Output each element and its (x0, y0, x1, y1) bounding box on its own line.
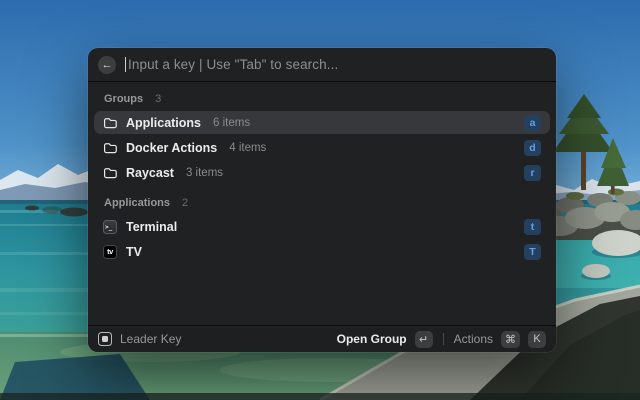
section-count: 2 (182, 197, 188, 209)
text-caret (125, 57, 126, 72)
command-key-icon: ⌘ (501, 331, 520, 348)
key-badge: t (524, 219, 541, 235)
terminal-app-icon: >_ (103, 220, 117, 234)
tv-app-icon: tv (103, 245, 117, 259)
search-input[interactable]: Input a key | Use "Tab" to search... (125, 48, 546, 81)
back-button[interactable]: ← (98, 56, 116, 74)
k-key-icon: K (528, 331, 546, 348)
item-detail: 3 items (186, 167, 223, 179)
list-item-terminal-app[interactable]: >_ Terminal t (94, 215, 550, 238)
actions-button[interactable]: Actions (454, 332, 493, 346)
item-detail: 4 items (229, 142, 266, 154)
list-item-tv-app[interactable]: tv TV T (94, 240, 550, 263)
list-item-raycast-group[interactable]: Raycast 3 items r (94, 161, 550, 184)
key-badge: r (524, 165, 541, 181)
item-label: Raycast (126, 166, 174, 180)
key-badge: a (524, 115, 541, 131)
list-item-applications-group[interactable]: Applications 6 items a (94, 111, 550, 134)
section-title: Groups (104, 93, 143, 105)
item-label: Terminal (126, 220, 177, 234)
item-label: Applications (126, 116, 201, 130)
key-badge: d (524, 140, 541, 156)
item-detail: 6 items (213, 117, 250, 129)
status-bar: Leader Key Open Group ↵ Actions ⌘ K (88, 325, 556, 352)
section-header-applications: Applications 2 (94, 190, 550, 215)
section-count: 3 (155, 93, 161, 105)
folder-icon (103, 116, 117, 130)
section-title: Applications (104, 197, 170, 209)
folder-icon (103, 141, 117, 155)
return-key-icon: ↵ (415, 331, 433, 348)
app-name: Leader Key (120, 332, 181, 346)
leader-key-logo-icon (98, 332, 112, 346)
item-label: Docker Actions (126, 141, 217, 155)
leader-key-window: ← Input a key | Use "Tab" to search... G… (88, 48, 556, 352)
search-bar: ← Input a key | Use "Tab" to search... (88, 48, 556, 82)
search-placeholder: Input a key | Use "Tab" to search... (128, 57, 338, 72)
key-badge: T (524, 244, 541, 260)
item-label: TV (126, 245, 142, 259)
results-list: Groups 3 Applications 6 items a (88, 82, 556, 325)
footer-divider (443, 333, 444, 345)
folder-icon (103, 166, 117, 180)
desktop: ← Input a key | Use "Tab" to search... G… (0, 0, 640, 400)
list-item-docker-actions-group[interactable]: Docker Actions 4 items d (94, 136, 550, 159)
open-group-button[interactable]: Open Group (337, 332, 407, 346)
section-header-groups: Groups 3 (94, 86, 550, 111)
